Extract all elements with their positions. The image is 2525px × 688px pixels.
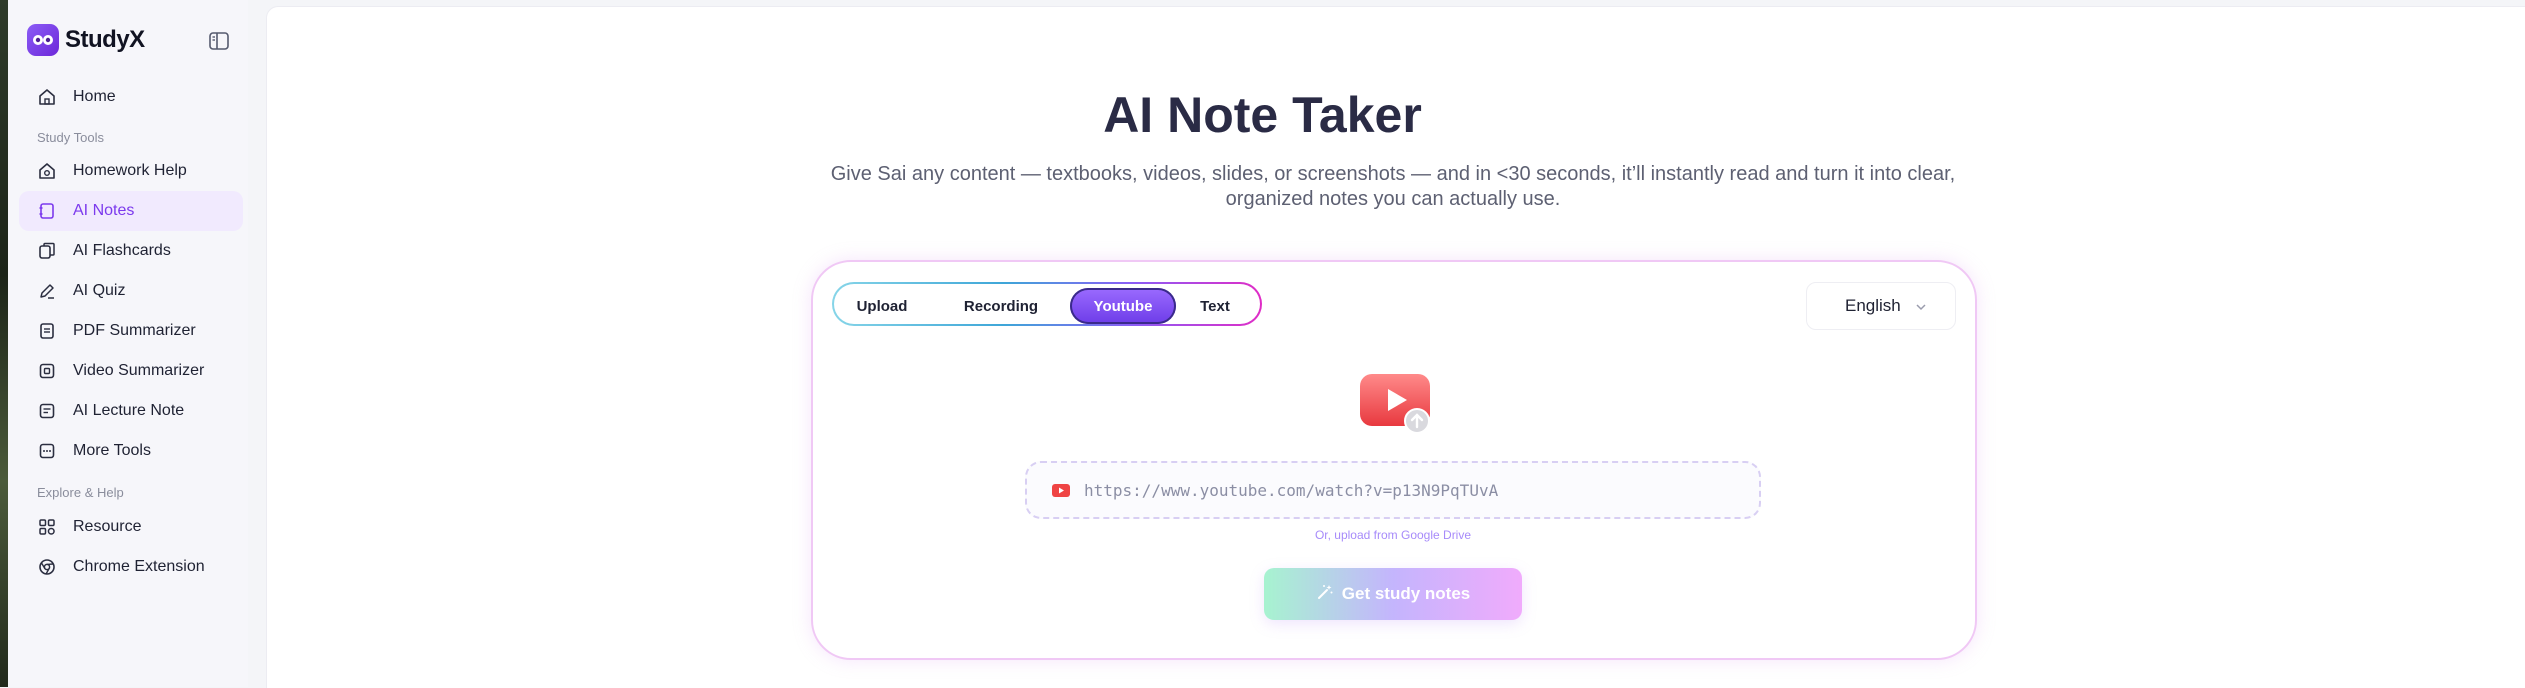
sidebar-item-video-summarizer[interactable]: Video Summarizer (19, 351, 243, 391)
app-name: StudyX (65, 26, 145, 54)
sidebar-item-label: More Tools (73, 442, 151, 460)
studyx-logo[interactable]: StudyX (27, 24, 145, 56)
sidebar-item-more-tools[interactable]: More Tools (19, 431, 243, 471)
source-tabs: Upload Recording Youtube Text (832, 282, 1262, 326)
section-heading-explore-help: Explore & Help (37, 485, 124, 500)
sidebar-item-label: Video Summarizer (73, 362, 204, 380)
subtitle-line: organized notes you can actually use. (800, 187, 1986, 212)
button-label: Get study notes (1342, 584, 1470, 604)
resource-grid-icon (37, 517, 57, 537)
sidebar-item-ai-notes[interactable]: AI Notes (19, 191, 243, 231)
sidebar-item-label: Homework Help (73, 162, 187, 180)
chevron-down-icon (1915, 300, 1927, 312)
youtube-upload-icon (1360, 374, 1432, 434)
notes-icon (37, 201, 57, 221)
subtitle-line: Give Sai any content — textbooks, videos… (800, 162, 1986, 187)
tab-recording[interactable]: Recording (942, 288, 1060, 324)
youtube-icon (1052, 484, 1070, 497)
more-tools-icon (37, 441, 57, 461)
video-icon (37, 361, 57, 381)
youtube-url-input[interactable] (1082, 480, 1726, 501)
language-value: English (1845, 296, 1901, 316)
google-drive-upload-link[interactable]: Or, upload from Google Drive (1193, 528, 1593, 542)
sidebar-item-ai-quiz[interactable]: AI Quiz (19, 271, 243, 311)
sidebar-item-homework-help[interactable]: Homework Help (19, 151, 243, 191)
quiz-pen-icon (37, 281, 57, 301)
sidebar-item-ai-lecture-note[interactable]: AI Lecture Note (19, 391, 243, 431)
sidebar-item-chrome-extension[interactable]: Chrome Extension (19, 547, 243, 587)
magic-wand-icon (1316, 583, 1334, 606)
sidebar-item-label: AI Lecture Note (73, 402, 184, 420)
flashcards-icon (37, 241, 57, 261)
sidebar-item-label: AI Quiz (73, 282, 125, 300)
tab-youtube[interactable]: Youtube (1070, 288, 1176, 324)
get-study-notes-button[interactable]: Get study notes (1264, 568, 1522, 620)
sidebar-item-label: Resource (73, 518, 141, 536)
homework-icon (37, 161, 57, 181)
tab-upload[interactable]: Upload (840, 288, 924, 324)
sidebar-item-label: Chrome Extension (73, 558, 205, 576)
sidebar-item-label: PDF Summarizer (73, 322, 196, 340)
pdf-icon (37, 321, 57, 341)
chrome-icon (37, 557, 57, 577)
youtube-url-field (1025, 461, 1761, 519)
language-select[interactable]: English (1806, 282, 1956, 330)
sidebar-collapse-icon[interactable] (208, 30, 230, 52)
sidebar-item-label: AI Notes (73, 202, 134, 220)
studyx-owl-icon (27, 24, 59, 56)
sidebar-item-label: AI Flashcards (73, 242, 171, 260)
sidebar-item-pdf-summarizer[interactable]: PDF Summarizer (19, 311, 243, 351)
sidebar-item-ai-flashcards[interactable]: AI Flashcards (19, 231, 243, 271)
tab-text[interactable]: Text (1186, 288, 1244, 324)
page-subtitle: Give Sai any content — textbooks, videos… (800, 162, 1986, 212)
lecture-note-icon (37, 401, 57, 421)
page-title: AI Note Taker (0, 86, 2525, 144)
sidebar-item-resource[interactable]: Resource (19, 507, 243, 547)
